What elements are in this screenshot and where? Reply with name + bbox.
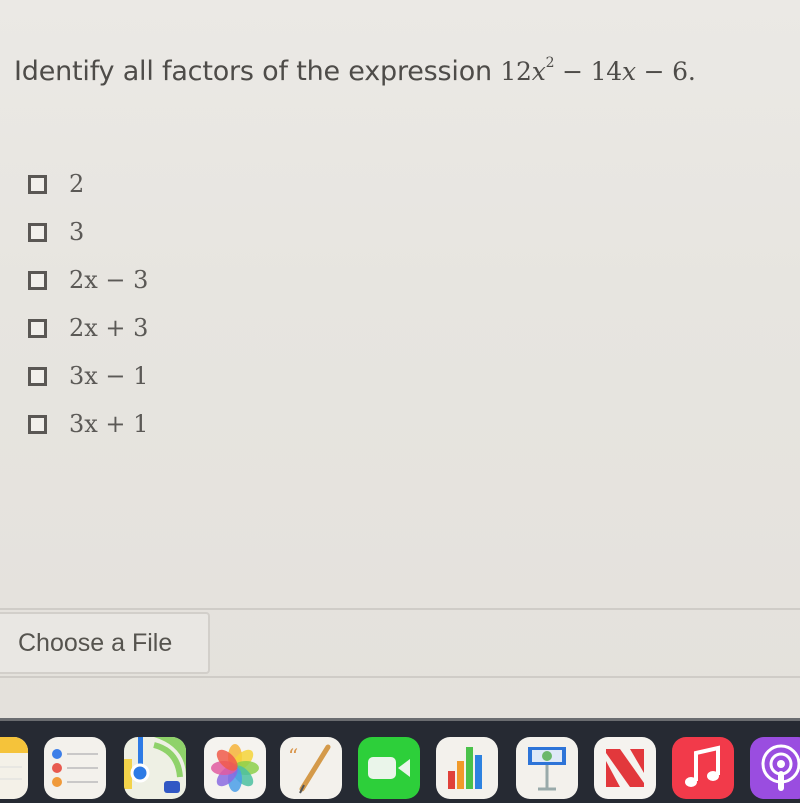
numbers-icon[interactable] bbox=[436, 737, 498, 799]
option-2x-minus-3[interactable]: 2x − 3 bbox=[28, 256, 148, 304]
choose-file-button[interactable]: Choose a File bbox=[0, 612, 210, 674]
answer-options: 2 3 2x − 3 2x + 3 3x − 1 3x + 1 bbox=[28, 160, 148, 448]
dock: “ bbox=[0, 718, 800, 803]
pages-icon[interactable]: “ bbox=[280, 737, 342, 799]
option-2[interactable]: 2 bbox=[28, 160, 148, 208]
question-expression: 12x2 − 14x − 6. bbox=[500, 54, 696, 86]
option-label: 2 bbox=[69, 170, 85, 198]
checkbox[interactable] bbox=[28, 366, 47, 386]
reminders-icon[interactable] bbox=[44, 737, 106, 799]
expr-term: − 14 bbox=[554, 57, 623, 86]
option-3[interactable]: 3 bbox=[28, 208, 148, 256]
expr-var: x bbox=[531, 57, 546, 86]
photos-icon[interactable] bbox=[204, 737, 266, 799]
option-3x-plus-1[interactable]: 3x + 1 bbox=[28, 400, 148, 448]
checkbox[interactable] bbox=[28, 318, 47, 338]
maps-icon[interactable] bbox=[124, 737, 186, 799]
expr-coef: 12 bbox=[500, 57, 532, 86]
quiz-page: Identify all factors of the expression 1… bbox=[0, 0, 800, 718]
keynote-icon[interactable] bbox=[516, 737, 578, 799]
facetime-icon[interactable] bbox=[358, 737, 420, 799]
podcasts-icon[interactable] bbox=[750, 737, 800, 799]
option-2x-plus-3[interactable]: 2x + 3 bbox=[28, 304, 148, 352]
option-3x-minus-1[interactable]: 3x − 1 bbox=[28, 352, 148, 400]
expr-term: − 6. bbox=[635, 57, 696, 86]
option-label: 3x + 1 bbox=[69, 410, 149, 438]
notes-icon[interactable] bbox=[0, 737, 28, 799]
checkbox[interactable] bbox=[28, 174, 47, 194]
option-label: 3 bbox=[69, 218, 85, 246]
question-prefix: Identify all factors of the expression bbox=[14, 56, 501, 87]
checkbox[interactable] bbox=[28, 222, 47, 242]
expr-exponent: 2 bbox=[545, 54, 555, 71]
music-icon[interactable] bbox=[672, 737, 734, 799]
question-text: Identify all factors of the expression 1… bbox=[14, 54, 696, 87]
file-upload-row: Choose a File bbox=[0, 608, 800, 678]
option-label: 3x − 1 bbox=[69, 362, 149, 390]
checkbox[interactable] bbox=[28, 270, 47, 290]
expr-var: x bbox=[622, 57, 636, 86]
svg-text:“: “ bbox=[288, 744, 298, 768]
checkbox[interactable] bbox=[28, 414, 47, 434]
news-icon[interactable] bbox=[594, 737, 656, 799]
option-label: 2x + 3 bbox=[69, 314, 149, 342]
option-label: 2x − 3 bbox=[69, 266, 149, 294]
